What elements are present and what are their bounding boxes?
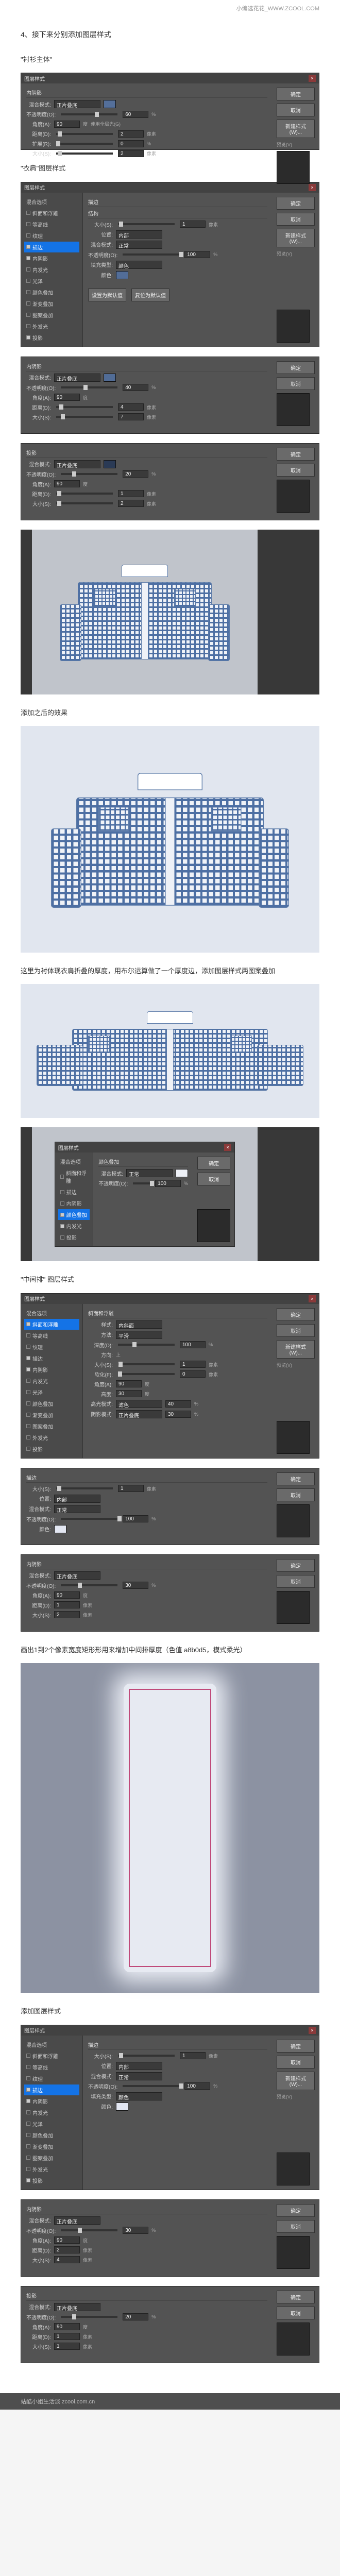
opacity-slider[interactable] bbox=[61, 113, 117, 115]
ok-button[interactable]: 确定 bbox=[277, 197, 315, 210]
shirt-collar bbox=[122, 565, 168, 577]
label-shirt-body: "衬衫主体" bbox=[21, 54, 319, 65]
checkbox-icon[interactable] bbox=[26, 211, 30, 215]
styles-sidebar: 混合选项 斜面和浮雕 等高线 纹理 描边 内阴影 内发光 光泽 颜色叠加 渐变叠… bbox=[21, 193, 83, 347]
ps-workspace-fold: 图层样式× 混合选项 斜面和浮雕 描边 内阴影 颜色叠加 内发光 投影 颜色叠加… bbox=[21, 1127, 319, 1261]
dialog-titlebar[interactable]: 图层样式 × bbox=[21, 73, 319, 83]
panel-title: 内阴影 bbox=[26, 89, 267, 98]
strip-rect-outline bbox=[129, 1689, 211, 1967]
ps-dialog-collar-stroke: 图层样式× 混合选项 斜面和浮雕 等高线 纹理 描边 内阴影 内发光 光泽 颜色… bbox=[21, 182, 319, 347]
blend-mode-select[interactable]: 正片叠底 bbox=[54, 100, 100, 108]
shirt-artwork bbox=[78, 565, 212, 659]
sidebar-bevel[interactable]: 斜面和浮雕 bbox=[24, 208, 79, 218]
label-middle-strip: "中间排" 图层样式 bbox=[21, 1274, 319, 1285]
result-folded-shirt bbox=[21, 984, 319, 1118]
color-swatch[interactable] bbox=[104, 100, 116, 108]
ps-dialog-collar-dropshadow: 投影 混合模式:正片叠底 不透明度(O):20% 角度(A):90度 距离(D)… bbox=[21, 443, 319, 520]
sleeve-right bbox=[208, 604, 230, 661]
cancel-button[interactable]: 取消 bbox=[277, 213, 315, 226]
placket bbox=[141, 583, 148, 659]
angle-input[interactable]: 90 bbox=[54, 121, 80, 128]
ps-layers-panel[interactable] bbox=[258, 530, 319, 694]
step-heading: 4、接下来分别添加图层样式 bbox=[21, 29, 319, 41]
opacity-input[interactable]: 60 bbox=[123, 111, 148, 118]
ps-dialog-final-innershadow: 内阴影 混合模式:正片叠底 不透明度(O):30% 角度(A):90度 距离(D… bbox=[21, 2199, 319, 2277]
label-strip-rect: 画出1到2个像素宽度矩形形用来增加中间排厚度（色值 a8b0d5，模式柔光） bbox=[21, 1644, 319, 1656]
ps-dialog-strip-stroke: 描边 大小(S):1像素 位置:内部 混合模式:正常 不透明度(O):100% … bbox=[21, 1468, 319, 1545]
watermark-bottom: 站酷小姐生活淡 zcool.com.cn bbox=[0, 2393, 340, 2410]
newstyle-button[interactable]: 新建样式(W)... bbox=[277, 120, 315, 138]
label-after-add: 添加之后的效果 bbox=[21, 707, 319, 719]
color-swatch[interactable] bbox=[116, 271, 128, 279]
close-icon[interactable]: × bbox=[224, 1144, 231, 1151]
ps-dialog-strip-innershadow: 内阴影 混合模式:正片叠底 不透明度(O):30% 角度(A):90度 距离(D… bbox=[21, 1554, 319, 1632]
result-strip bbox=[21, 1663, 319, 1993]
label-add-layer-style: 添加图层样式 bbox=[21, 2005, 319, 2017]
preview-thumb bbox=[277, 151, 310, 184]
ps-toolbar[interactable] bbox=[21, 530, 32, 694]
ps-workspace-shirt bbox=[21, 530, 319, 694]
sleeve-left bbox=[60, 604, 81, 661]
preview-check[interactable]: 预览(V) bbox=[277, 141, 315, 148]
dialog-title: 图层样式 bbox=[24, 75, 45, 82]
page: 小编选花花_WWW.ZCOOL.COM 4、接下来分别添加图层样式 "衬衫主体"… bbox=[0, 0, 340, 2393]
close-icon[interactable]: × bbox=[309, 2027, 316, 2034]
watermark-top: 小编选花花_WWW.ZCOOL.COM bbox=[21, 0, 319, 16]
sidebar-stroke[interactable]: 描边 bbox=[24, 242, 79, 252]
result-shirt bbox=[21, 726, 319, 953]
pocket-right bbox=[174, 589, 196, 606]
ok-button[interactable]: 确定 bbox=[277, 88, 315, 100]
ps-dialog-final-stroke: 图层样式× 混合选项 斜面和浮雕 等高线 纹理 描边 内阴影 内发光 光泽 颜色… bbox=[21, 2025, 319, 2190]
sidebar-blend[interactable]: 混合选项 bbox=[24, 196, 79, 207]
cancel-button[interactable]: 取消 bbox=[277, 104, 315, 116]
close-icon[interactable]: × bbox=[309, 75, 316, 82]
ps-dialog-body-innershadow: 图层样式 × 内阴影 混合模式:正片叠底 不透明度(O):60% 角度(A):9… bbox=[21, 73, 319, 150]
close-icon[interactable]: × bbox=[309, 184, 316, 191]
close-icon[interactable]: × bbox=[309, 1295, 316, 1302]
ps-dialog-final-dropshadow: 投影 混合模式:正片叠底 不透明度(O):20% 角度(A):90度 距离(D)… bbox=[21, 2286, 319, 2363]
pocket-left bbox=[94, 589, 115, 606]
ps-dialog-strip-bevel: 图层样式× 混合选项 斜面和浮雕 等高线 纹理 描边 内阴影 内发光 光泽 颜色… bbox=[21, 1293, 319, 1459]
ps-canvas[interactable] bbox=[32, 530, 258, 694]
label-fold-thickness: 这里为衬体现衣肩折叠的厚度，用布尔运算做了一个厚度边，添加图层样式两图案叠加 bbox=[21, 965, 319, 977]
ps-dialog-collar-innershadow: 内阴影 混合模式:正片叠底 不透明度(O):40% 角度(A):90度 距离(D… bbox=[21, 357, 319, 434]
